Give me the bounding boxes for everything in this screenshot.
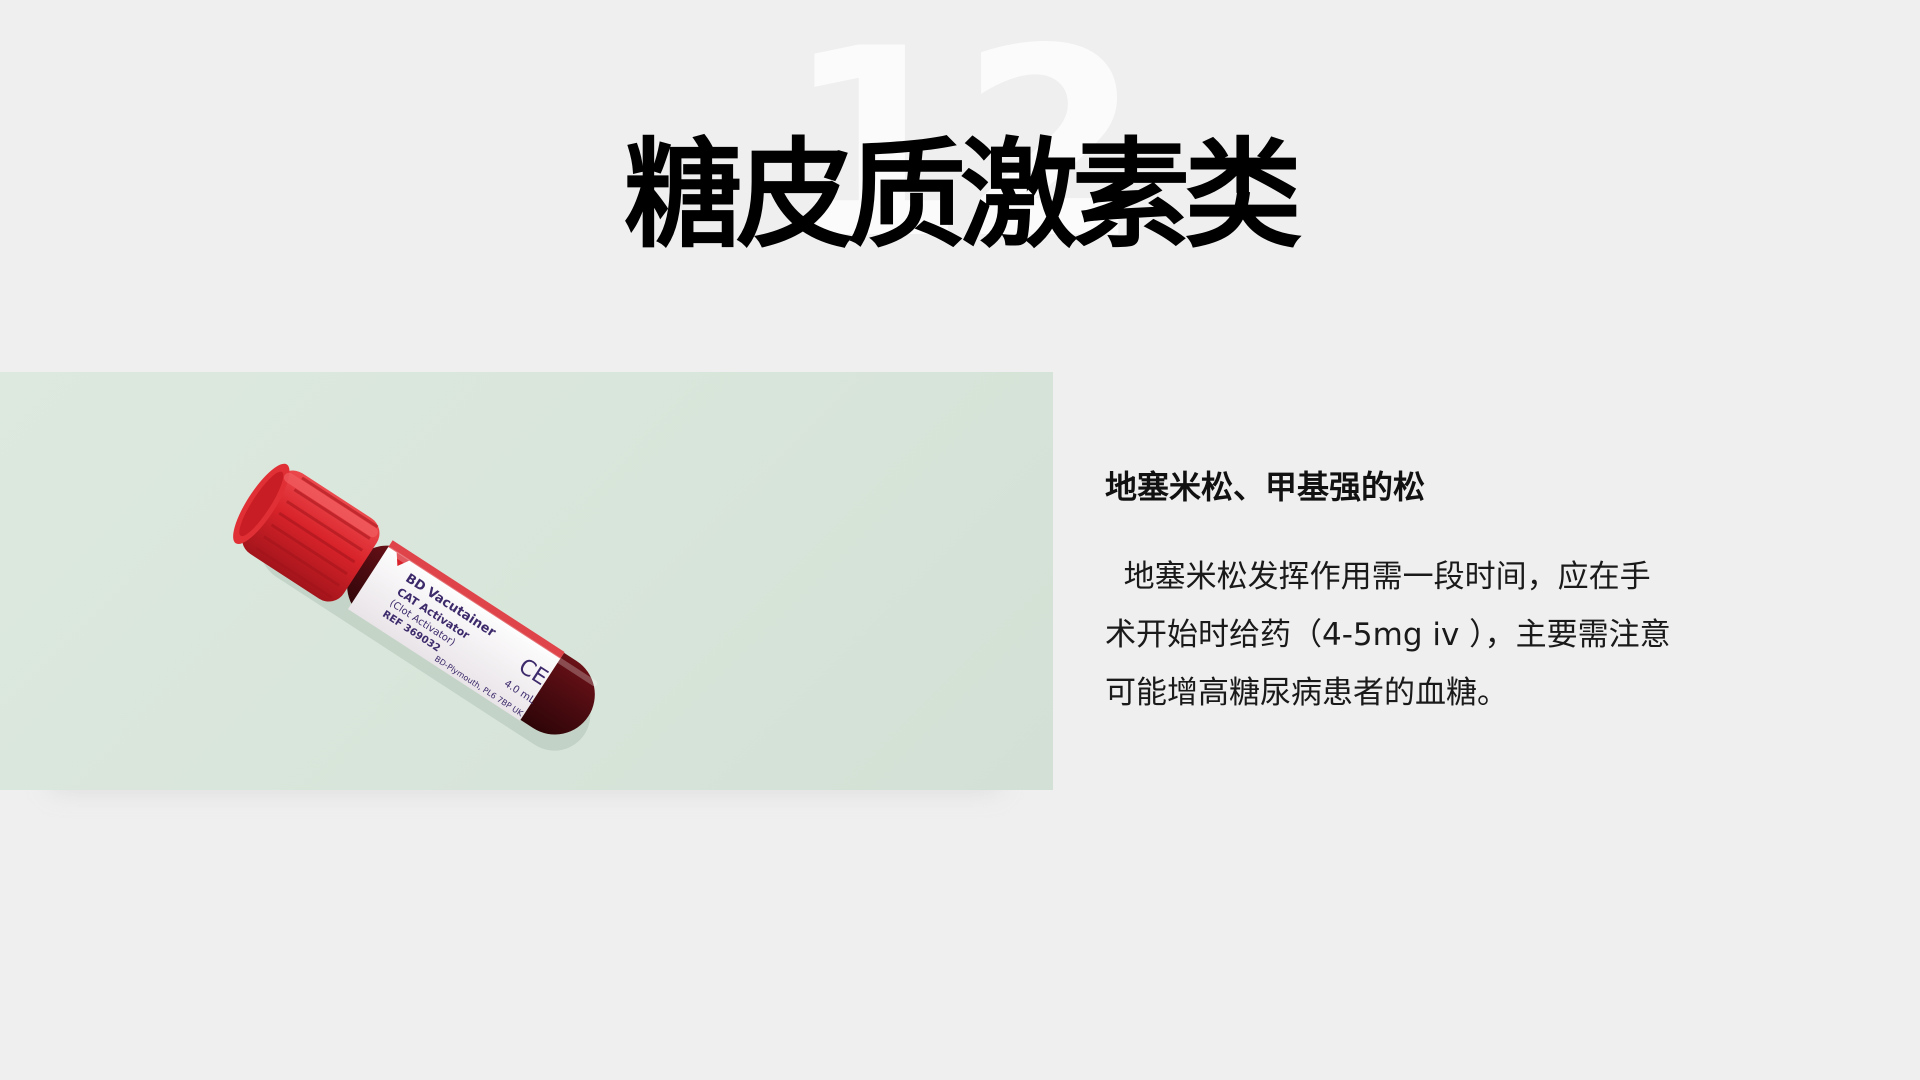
description-paragraph: 地塞米松发挥作用需一段时间，应在手术开始时给药（4-5mg iv ），主要需注意… xyxy=(1105,559,1671,711)
blood-tube-photo: BD Vacutainer CAT Activator (Clot Activa… xyxy=(0,372,1053,790)
blood-sample-tube-icon: BD Vacutainer CAT Activator (Clot Activa… xyxy=(233,463,598,751)
drug-names-heading: 地塞米松、甲基强的松 xyxy=(1105,468,1426,506)
slide: 12 糖皮质激素类 BD Vacutainer CAT Activator (C… xyxy=(0,0,1920,1080)
slide-title: 糖皮质激素类 xyxy=(623,126,1302,264)
